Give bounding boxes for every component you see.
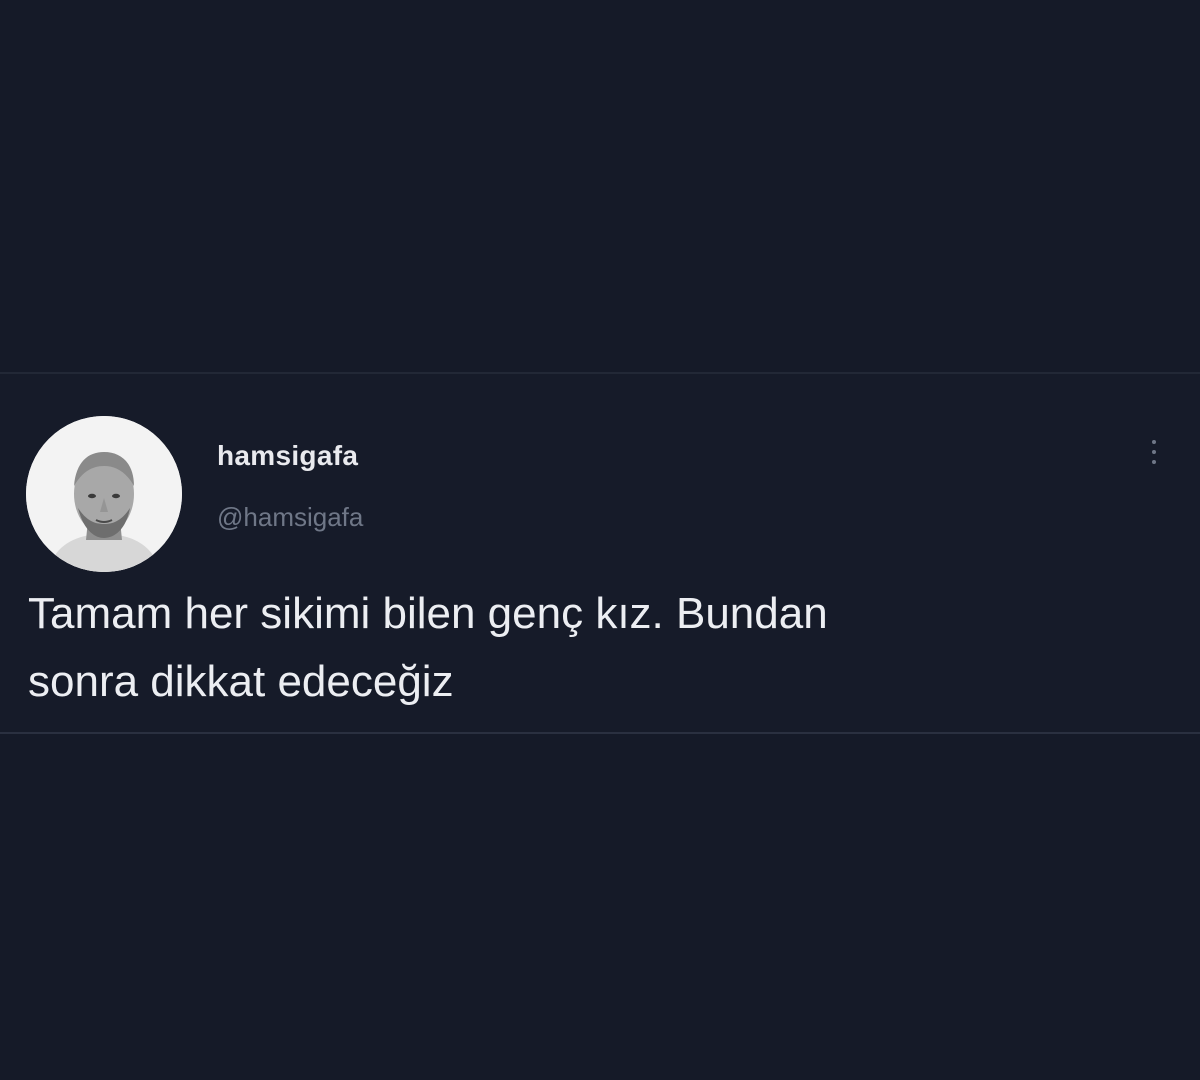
more-vertical-icon xyxy=(1152,460,1156,464)
avatar[interactable] xyxy=(26,416,182,572)
profile-photo-icon xyxy=(26,416,182,572)
display-name[interactable]: hamsigafa xyxy=(217,440,358,472)
user-handle[interactable]: @hamsigafa xyxy=(217,502,363,533)
more-vertical-icon xyxy=(1152,440,1156,444)
more-options-button[interactable] xyxy=(1142,432,1166,472)
tweet-card: hamsigafa @hamsigafa Tamam her sikimi bi… xyxy=(0,372,1200,734)
more-vertical-icon xyxy=(1152,450,1156,454)
tweet-text: Tamam her sikimi bilen genç kız. Bundan … xyxy=(28,589,828,706)
